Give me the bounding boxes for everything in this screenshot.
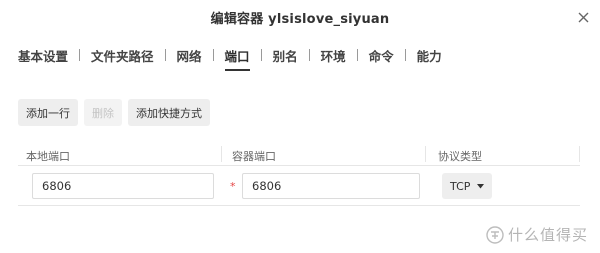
column-header-local-port: 本地端口 xyxy=(26,150,70,163)
dialog-title: 编辑容器 ylsislove_siyuan xyxy=(210,11,390,27)
close-button[interactable] xyxy=(574,8,592,26)
watermark: 什么值得买 xyxy=(486,224,588,245)
table-row: 6806 * 6806 TCP xyxy=(18,166,580,206)
tab-divider xyxy=(212,49,214,61)
port-toolbar: 添加一行 删除 添加快捷方式 xyxy=(18,99,210,126)
column-divider xyxy=(425,146,426,162)
zhi-logo-icon xyxy=(486,225,504,244)
tab-divider xyxy=(164,49,166,61)
delete-button[interactable]: 删除 xyxy=(84,99,122,126)
tab-aliases[interactable]: 别名 xyxy=(273,44,298,71)
tab-folder-paths[interactable]: 文件夹路径 xyxy=(91,44,154,71)
edit-container-dialog: 编辑容器 ylsislove_siyuan 基本设置 文件夹路径 网络 端口 别… xyxy=(0,0,600,253)
port-table-header: 本地端口 容器端口 协议类型 xyxy=(18,142,580,166)
column-divider xyxy=(579,146,580,162)
dialog-titlebar: 编辑容器 ylsislove_siyuan xyxy=(0,0,600,34)
tab-network[interactable]: 网络 xyxy=(177,44,202,71)
column-header-protocol: 协议类型 xyxy=(438,150,482,163)
add-row-button[interactable]: 添加一行 xyxy=(18,99,78,126)
container-port-input[interactable]: 6806 xyxy=(242,173,420,199)
local-port-input[interactable]: 6806 xyxy=(32,173,214,199)
tab-command[interactable]: 命令 xyxy=(369,44,394,71)
tab-divider xyxy=(79,49,81,61)
protocol-select-value: TCP xyxy=(450,179,471,193)
tab-environment[interactable]: 环境 xyxy=(321,44,346,71)
add-shortcut-button[interactable]: 添加快捷方式 xyxy=(128,99,210,126)
tab-divider xyxy=(356,49,358,61)
watermark-text: 什么值得买 xyxy=(507,226,588,244)
tab-basic-settings[interactable]: 基本设置 xyxy=(18,44,68,71)
close-icon xyxy=(578,12,588,22)
column-header-container-port: 容器端口 xyxy=(232,150,276,163)
tab-capabilities[interactable]: 能力 xyxy=(417,44,442,71)
tab-divider xyxy=(260,49,262,61)
tab-divider xyxy=(308,49,310,61)
tab-bar: 基本设置 文件夹路径 网络 端口 别名 环境 命令 能力 xyxy=(18,44,442,71)
required-mark: * xyxy=(230,180,236,193)
protocol-select[interactable]: TCP xyxy=(442,173,493,199)
column-divider xyxy=(221,146,222,162)
tab-divider xyxy=(404,49,406,61)
tab-ports[interactable]: 端口 xyxy=(224,44,250,71)
chevron-down-icon xyxy=(477,183,485,188)
